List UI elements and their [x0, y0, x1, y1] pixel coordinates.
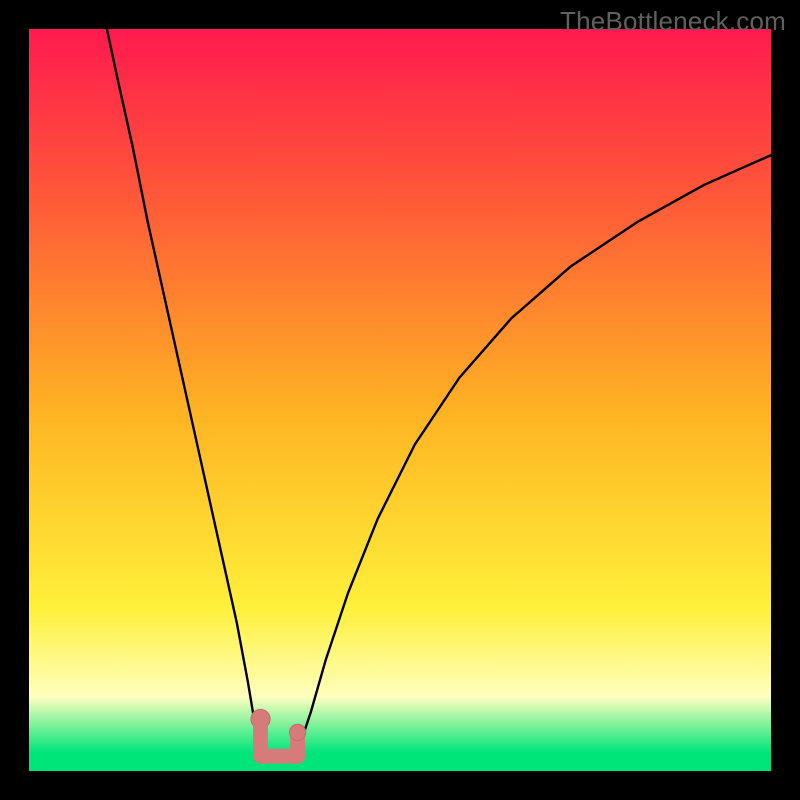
chart-frame: TheBottleneck.com	[0, 0, 800, 800]
marker-dot	[289, 724, 305, 740]
plot-area	[29, 29, 771, 771]
watermark-text: TheBottleneck.com	[560, 6, 786, 37]
gradient-background	[29, 29, 771, 771]
chart-svg	[29, 29, 771, 771]
